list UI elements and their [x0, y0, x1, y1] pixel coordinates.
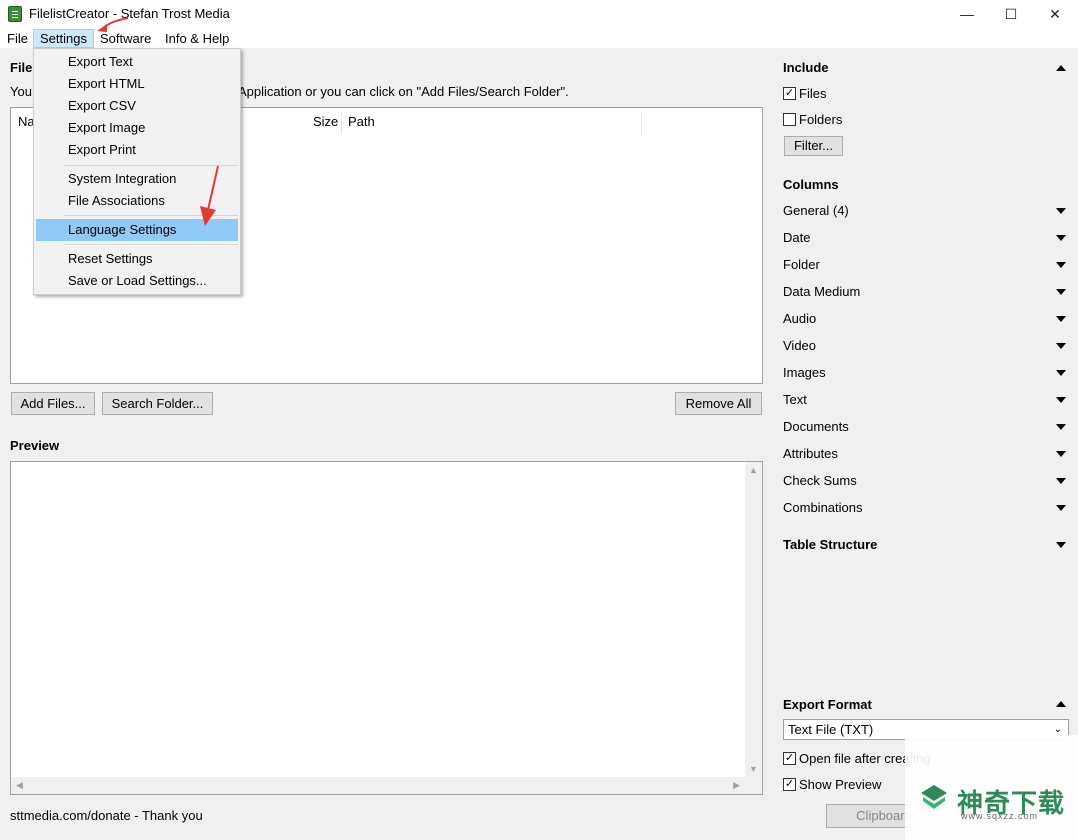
filter-button[interactable]: Filter... — [784, 136, 843, 156]
annotation-arrow-icon — [200, 165, 219, 226]
columns-item-audio[interactable]: Audio — [783, 311, 816, 326]
menu-item-export-csv[interactable]: Export CSV — [36, 95, 238, 117]
menu-item-export-image[interactable]: Export Image — [36, 117, 238, 139]
watermark: 神奇下载 www.sqxzz.com — [905, 735, 1078, 840]
expand-general-4-icon[interactable] — [1056, 208, 1066, 214]
columns-item-check-sums[interactable]: Check Sums — [783, 473, 857, 488]
collapse-include-icon[interactable] — [1056, 65, 1066, 71]
expand-documents-icon[interactable] — [1056, 424, 1066, 430]
expand-combinations-icon[interactable] — [1056, 505, 1066, 511]
watermark-url: www.sqxzz.com — [961, 811, 1039, 821]
column-separator — [641, 112, 642, 134]
columns-item-documents[interactable]: Documents — [783, 419, 849, 434]
collapse-export-format-icon[interactable] — [1056, 701, 1066, 707]
show-preview-label[interactable]: Show Preview — [799, 777, 881, 792]
columns-title: Columns — [783, 177, 839, 192]
files-hint-prefix: You — [10, 84, 32, 99]
expand-check-sums-icon[interactable] — [1056, 478, 1066, 484]
minimize-button[interactable]: — — [944, 0, 990, 28]
files-checkbox[interactable]: ✓ — [783, 87, 796, 100]
export-format-title: Export Format — [783, 697, 872, 712]
folders-checkbox[interactable] — [783, 113, 796, 126]
columns-item-video[interactable]: Video — [783, 338, 816, 353]
scroll-right-icon[interactable]: ▶ — [733, 780, 740, 791]
columns-item-attributes[interactable]: Attributes — [783, 446, 838, 461]
expand-video-icon[interactable] — [1056, 343, 1066, 349]
search-folder-button[interactable]: Search Folder... — [102, 392, 213, 415]
app-icon — [8, 6, 22, 22]
preview-vertical-scrollbar[interactable]: ▲ ▼ — [745, 462, 762, 794]
menu-info-help[interactable]: Info & Help — [159, 29, 235, 48]
columns-item-text[interactable]: Text — [783, 392, 807, 407]
annotation-arrow-icon — [97, 17, 129, 32]
menu-item-save-load-settings[interactable]: Save or Load Settings... — [36, 270, 238, 292]
menu-file[interactable]: File — [1, 29, 34, 48]
maximize-button[interactable]: ☐ — [988, 0, 1034, 28]
expand-folder-icon[interactable] — [1056, 262, 1066, 268]
expand-audio-icon[interactable] — [1056, 316, 1066, 322]
columns-item-date[interactable]: Date — [783, 230, 810, 245]
scroll-up-icon[interactable]: ▲ — [749, 465, 758, 475]
columns-item-images[interactable]: Images — [783, 365, 826, 380]
files-checkbox-label[interactable]: Files — [799, 86, 826, 101]
columns-item-data-medium[interactable]: Data Medium — [783, 284, 860, 299]
expand-attributes-icon[interactable] — [1056, 451, 1066, 457]
files-hint: Application or you can click on "Add Fil… — [238, 84, 569, 99]
status-text: sttmedia.com/donate - Thank you — [10, 808, 203, 823]
expand-data-medium-icon[interactable] — [1056, 289, 1066, 295]
expand-date-icon[interactable] — [1056, 235, 1066, 241]
column-header-size[interactable]: Size — [313, 114, 338, 129]
preview-area[interactable]: ▲ ▼ ◀ ▶ — [10, 461, 763, 795]
preview-title: Preview — [10, 438, 60, 453]
title-bar: FilelistCreator - Stefan Trost Media — ☐… — [0, 0, 1078, 28]
add-files-button[interactable]: Add Files... — [11, 392, 95, 415]
scroll-left-icon[interactable]: ◀ — [16, 780, 23, 791]
column-separator — [341, 112, 342, 134]
folders-checkbox-label[interactable]: Folders — [799, 112, 842, 127]
expand-images-icon[interactable] — [1056, 370, 1066, 376]
files-title: File — [10, 60, 33, 75]
columns-item-folder[interactable]: Folder — [783, 257, 820, 272]
columns-item-general-4[interactable]: General (4) — [783, 203, 849, 218]
watermark-logo-icon — [921, 785, 947, 809]
table-structure-title[interactable]: Table Structure — [783, 537, 877, 552]
columns-item-combinations[interactable]: Combinations — [783, 500, 863, 515]
menu-item-reset-settings[interactable]: Reset Settings — [36, 248, 238, 270]
show-preview-checkbox[interactable]: ✓ — [783, 778, 796, 791]
export-format-value: Text File (TXT) — [788, 722, 874, 737]
menu-bar: File Settings Software Info & Help — [0, 28, 1078, 48]
remove-all-button[interactable]: Remove All — [675, 392, 762, 415]
open-after-checkbox[interactable]: ✓ — [783, 752, 796, 765]
scroll-down-icon[interactable]: ▼ — [749, 764, 758, 774]
menu-settings[interactable]: Settings — [33, 29, 94, 48]
close-button[interactable]: ✕ — [1032, 0, 1078, 28]
expand-table-structure-icon[interactable] — [1056, 542, 1066, 548]
expand-text-icon[interactable] — [1056, 397, 1066, 403]
menu-item-export-text[interactable]: Export Text — [36, 51, 238, 73]
menu-item-export-print[interactable]: Export Print — [36, 139, 238, 161]
menu-item-export-html[interactable]: Export HTML — [36, 73, 238, 95]
include-title: Include — [783, 60, 829, 75]
preview-horizontal-scrollbar[interactable]: ◀ ▶ — [11, 777, 745, 794]
menu-separator — [64, 244, 238, 245]
column-header-path[interactable]: Path — [348, 114, 375, 129]
